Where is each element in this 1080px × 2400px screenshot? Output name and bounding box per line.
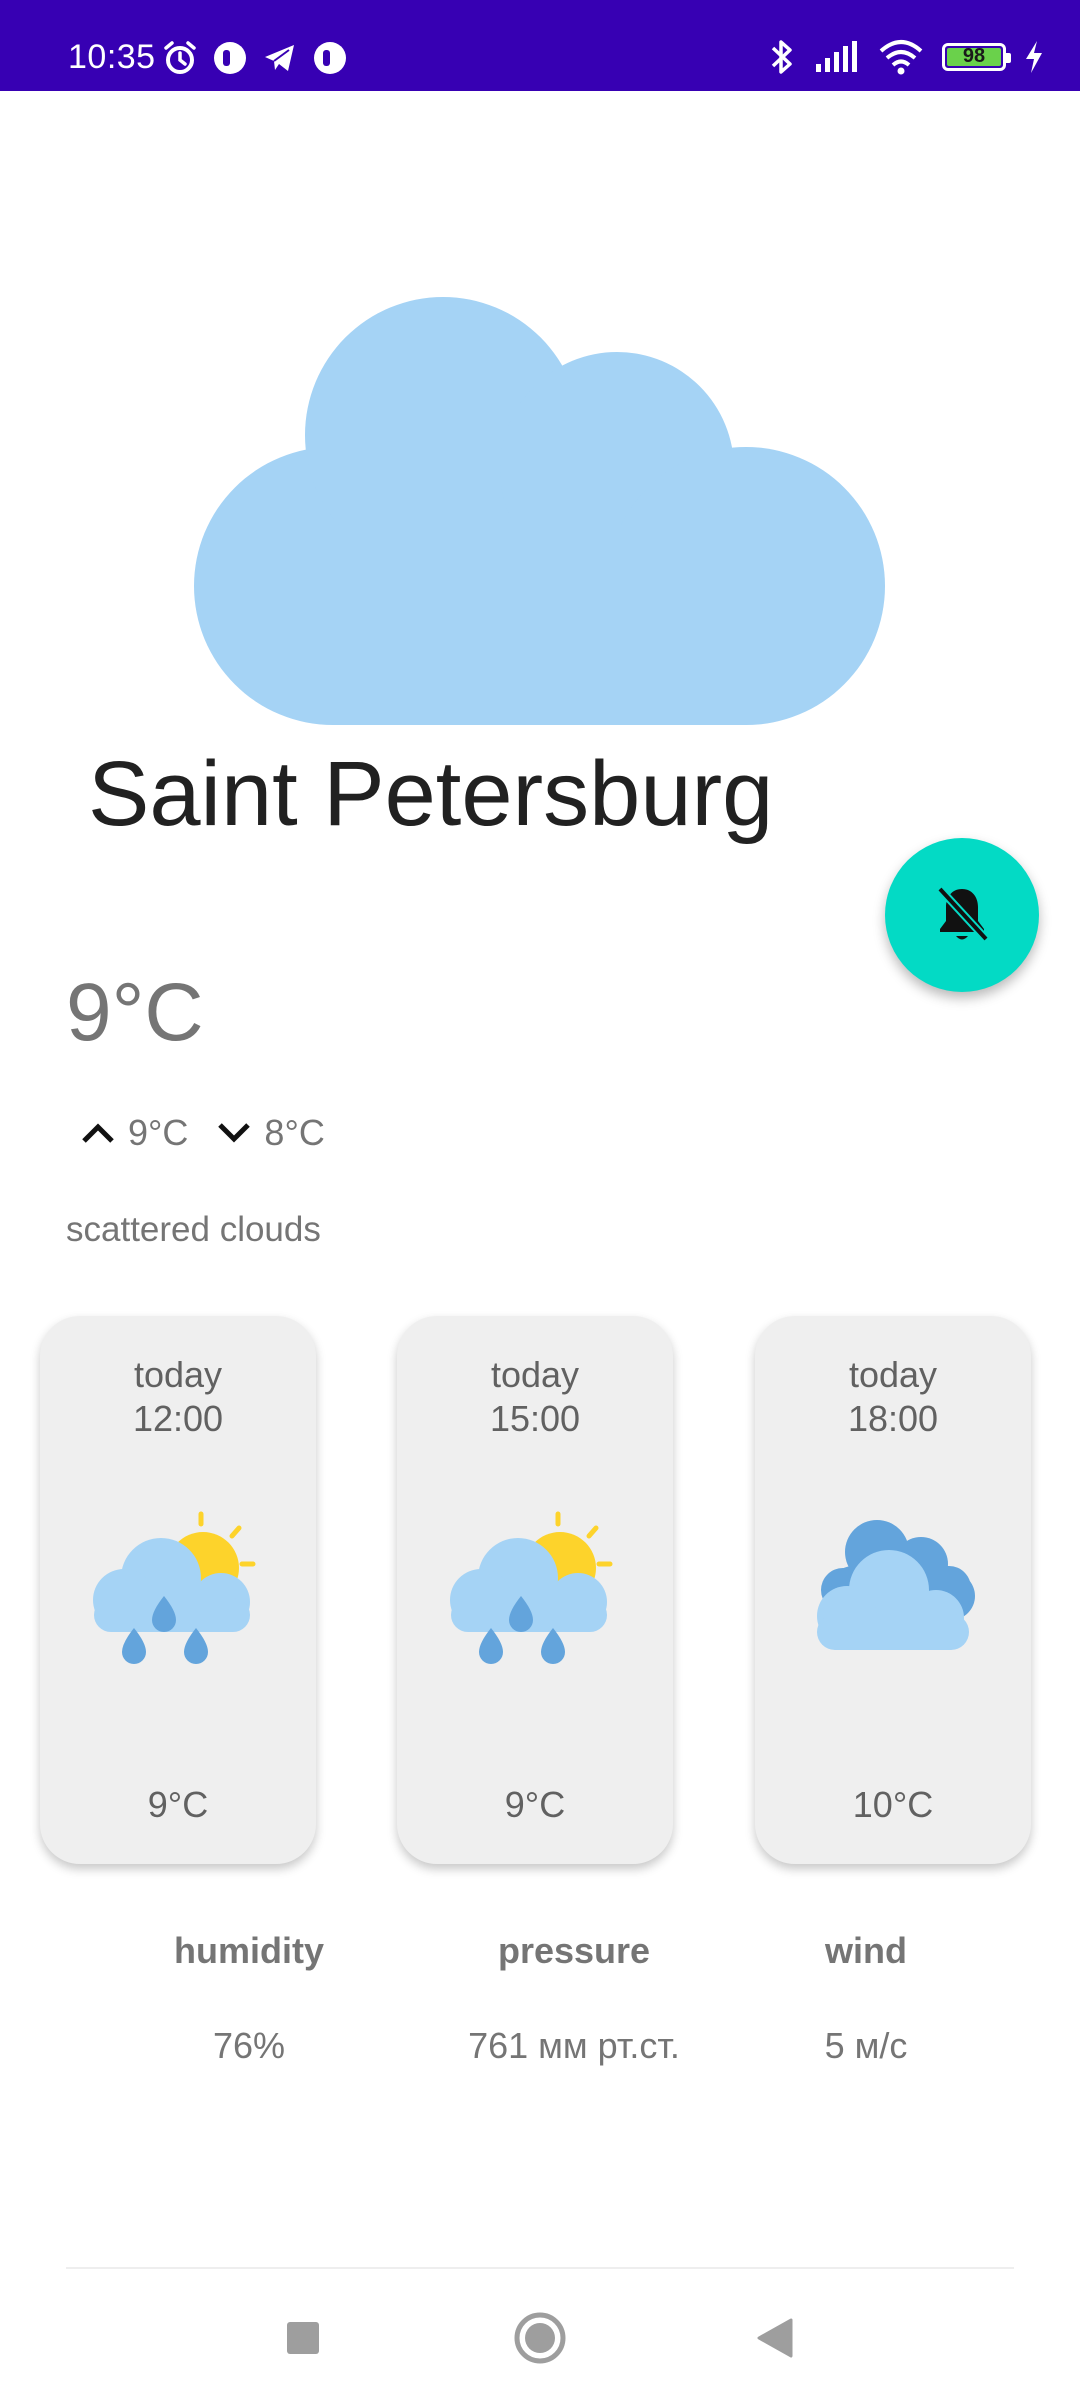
wind-value: 5 м/с (824, 2025, 908, 2066)
telegram-icon (265, 45, 294, 71)
nav-divider (66, 2267, 1014, 2269)
humidity-label: humidity (174, 1930, 324, 1971)
charging-icon (1026, 41, 1042, 73)
forecast-time: 15:00 (489, 1398, 581, 1439)
forecast-temperature: 9°C (147, 1784, 209, 1825)
wind-label: wind (825, 1930, 907, 1971)
humidity-value: 76% (212, 2025, 286, 2066)
forecast-day: today (133, 1354, 223, 1395)
min-temperature: 8°C (264, 1112, 325, 1153)
recents-icon (287, 2322, 319, 2354)
battery-percent: 98 (962, 45, 986, 67)
chevron-down-icon (218, 1123, 251, 1143)
battery-icon: 98 (942, 43, 1011, 71)
app-notification-icon (314, 42, 346, 74)
home-button[interactable] (500, 2298, 580, 2378)
back-button[interactable] (735, 2298, 815, 2378)
cloud-icon (194, 297, 885, 725)
battery-cap (1006, 53, 1011, 63)
max-temperature: 9°C (128, 1112, 189, 1153)
alarm-icon (164, 41, 196, 74)
min-max-temperature: 9°C 8°C (78, 1112, 341, 1154)
city-name: Saint Petersburg (88, 743, 774, 845)
forecast-card[interactable]: today 18:00 10°C (755, 1316, 1031, 1864)
forecast-day: today (490, 1354, 580, 1395)
notifications-toggle-button[interactable] (885, 838, 1039, 992)
forecast-card[interactable]: today 12:00 9°C (40, 1316, 316, 1864)
forecast-day: today (848, 1354, 938, 1395)
app-notification-icon (214, 42, 246, 74)
forecast-temperature: 9°C (504, 1784, 566, 1825)
current-temperature: 9°C (66, 967, 204, 1058)
notifications-off-icon (937, 886, 989, 942)
bluetooth-icon (771, 40, 792, 74)
forecast-card[interactable]: today 15:00 9°C (397, 1316, 673, 1864)
forecast-time: 12:00 (132, 1398, 224, 1439)
chevron-up-icon (82, 1123, 114, 1143)
weather-description: scattered clouds (66, 1210, 321, 1249)
forecast-time: 18:00 (847, 1398, 939, 1439)
wifi-icon (879, 40, 923, 75)
pressure-label: pressure (497, 1930, 651, 1971)
pressure-value: 761 мм рт.ст. (468, 2025, 680, 2066)
signal-icon (816, 41, 857, 72)
status-time: 10:35 (68, 38, 156, 76)
status-bar: 10:35 98 (0, 0, 1080, 91)
clouds-icon (817, 1520, 975, 1650)
recents-button[interactable] (263, 2298, 343, 2378)
back-icon (757, 2318, 793, 2358)
status-system-icons: 98 (768, 38, 1044, 76)
home-icon (514, 2312, 566, 2364)
forecast-temperature: 10°C (852, 1784, 934, 1825)
status-notification-icons (162, 40, 348, 76)
rain-sun-icon (93, 1511, 256, 1664)
rain-sun-icon (450, 1511, 613, 1664)
